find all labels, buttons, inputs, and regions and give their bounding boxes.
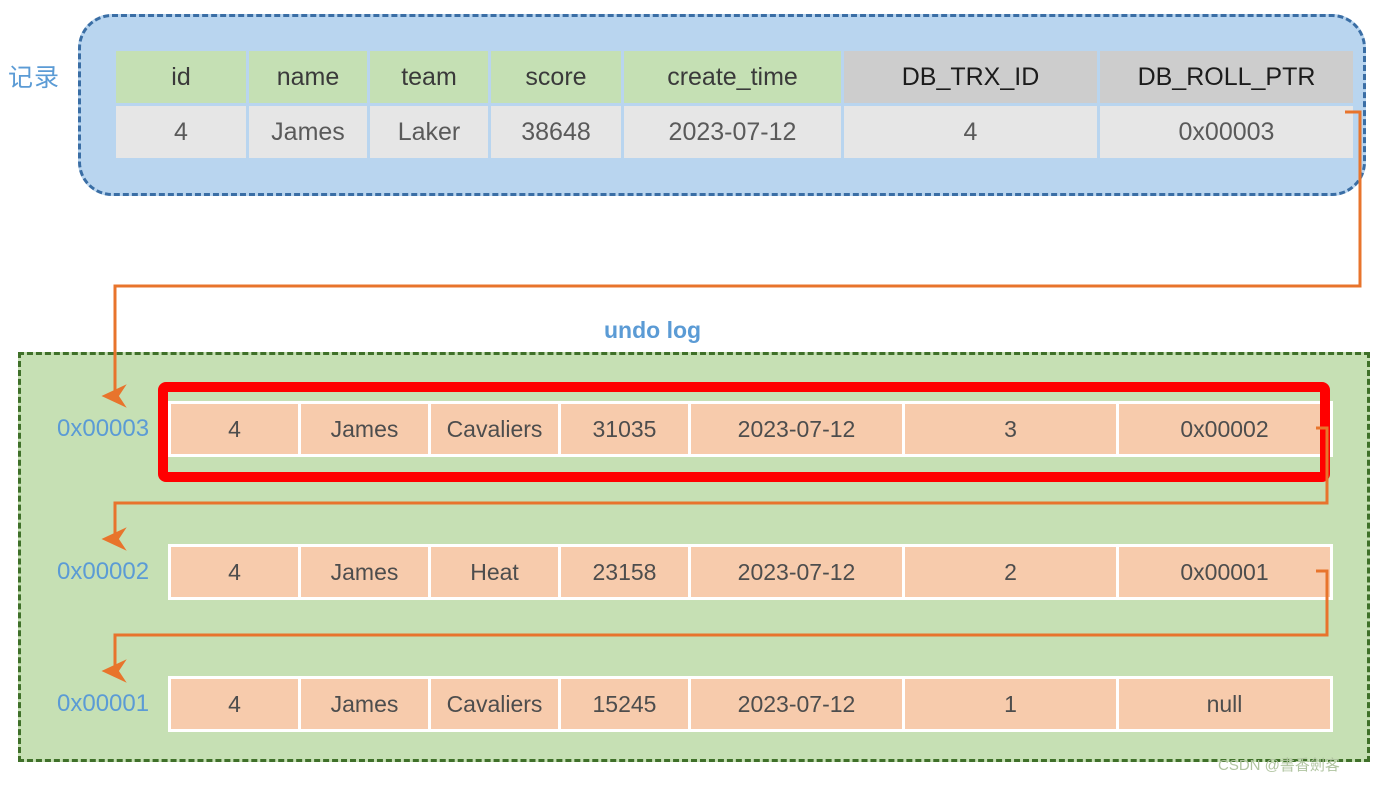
- header-cell-id: id: [116, 51, 246, 103]
- header-cell-db-roll-ptr: DB_ROLL_PTR: [1100, 51, 1353, 103]
- record-table: id name team score create_time DB_TRX_ID…: [113, 48, 1356, 161]
- cell-name: James: [249, 106, 367, 158]
- undo-cell-score: 15245: [561, 679, 688, 729]
- undo-pointer-label-1: 0x00003: [57, 415, 150, 442]
- record-label: 记录: [8, 64, 61, 92]
- header-cell-create-time: create_time: [624, 51, 841, 103]
- undo-cell-name: James: [301, 404, 428, 454]
- undo-cell-create-time: 2023-07-12: [691, 404, 902, 454]
- header-cell-name: name: [249, 51, 367, 103]
- undo-cell-team: Cavaliers: [431, 404, 558, 454]
- undo-cell-id: 4: [171, 547, 298, 597]
- undo-cell-name: James: [301, 679, 428, 729]
- undo-cell-name: James: [301, 547, 428, 597]
- cell-create-time: 2023-07-12: [624, 106, 841, 158]
- header-cell-score: score: [491, 51, 621, 103]
- undo-cell-create-time: 2023-07-12: [691, 679, 902, 729]
- undo-cell-team: Heat: [431, 547, 558, 597]
- undo-cell-create-time: 2023-07-12: [691, 547, 902, 597]
- undo-pointer-label-3: 0x00001: [57, 690, 150, 717]
- undo-cell-db-trx-id: 3: [905, 404, 1116, 454]
- cell-db-roll-ptr: 0x00003: [1100, 106, 1353, 158]
- table-header-row: id name team score create_time DB_TRX_ID…: [116, 51, 1353, 103]
- cell-db-trx-id: 4: [844, 106, 1097, 158]
- undo-cell-db-roll-ptr: 0x00002: [1119, 404, 1330, 454]
- undo-cell-team: Cavaliers: [431, 679, 558, 729]
- table-row: 4 James Laker 38648 2023-07-12 4 0x00003: [116, 106, 1353, 158]
- undo-cell-id: 4: [171, 404, 298, 454]
- cell-id: 4: [116, 106, 246, 158]
- diagram-canvas: 记录 id name team score create_time DB_TRX…: [0, 0, 1378, 792]
- undo-log-title: undo log: [604, 317, 702, 343]
- cell-team: Laker: [370, 106, 488, 158]
- header-cell-db-trx-id: DB_TRX_ID: [844, 51, 1097, 103]
- undo-cell-score: 23158: [561, 547, 688, 597]
- undo-cell-score: 31035: [561, 404, 688, 454]
- undo-cell-id: 4: [171, 679, 298, 729]
- undo-cell-db-roll-ptr: 0x00001: [1119, 547, 1330, 597]
- undo-log-row-2: 4 James Heat 23158 2023-07-12 2 0x00001: [168, 544, 1333, 600]
- undo-log-row-1: 4 James Cavaliers 31035 2023-07-12 3 0x0…: [168, 401, 1333, 457]
- undo-cell-db-roll-ptr: null: [1119, 679, 1330, 729]
- watermark: CSDN @書香劍客: [1218, 757, 1340, 774]
- undo-pointer-label-2: 0x00002: [57, 558, 150, 585]
- cell-score: 38648: [491, 106, 621, 158]
- header-cell-team: team: [370, 51, 488, 103]
- undo-log-row-3: 4 James Cavaliers 15245 2023-07-12 1 nul…: [168, 676, 1333, 732]
- undo-cell-db-trx-id: 1: [905, 679, 1116, 729]
- undo-cell-db-trx-id: 2: [905, 547, 1116, 597]
